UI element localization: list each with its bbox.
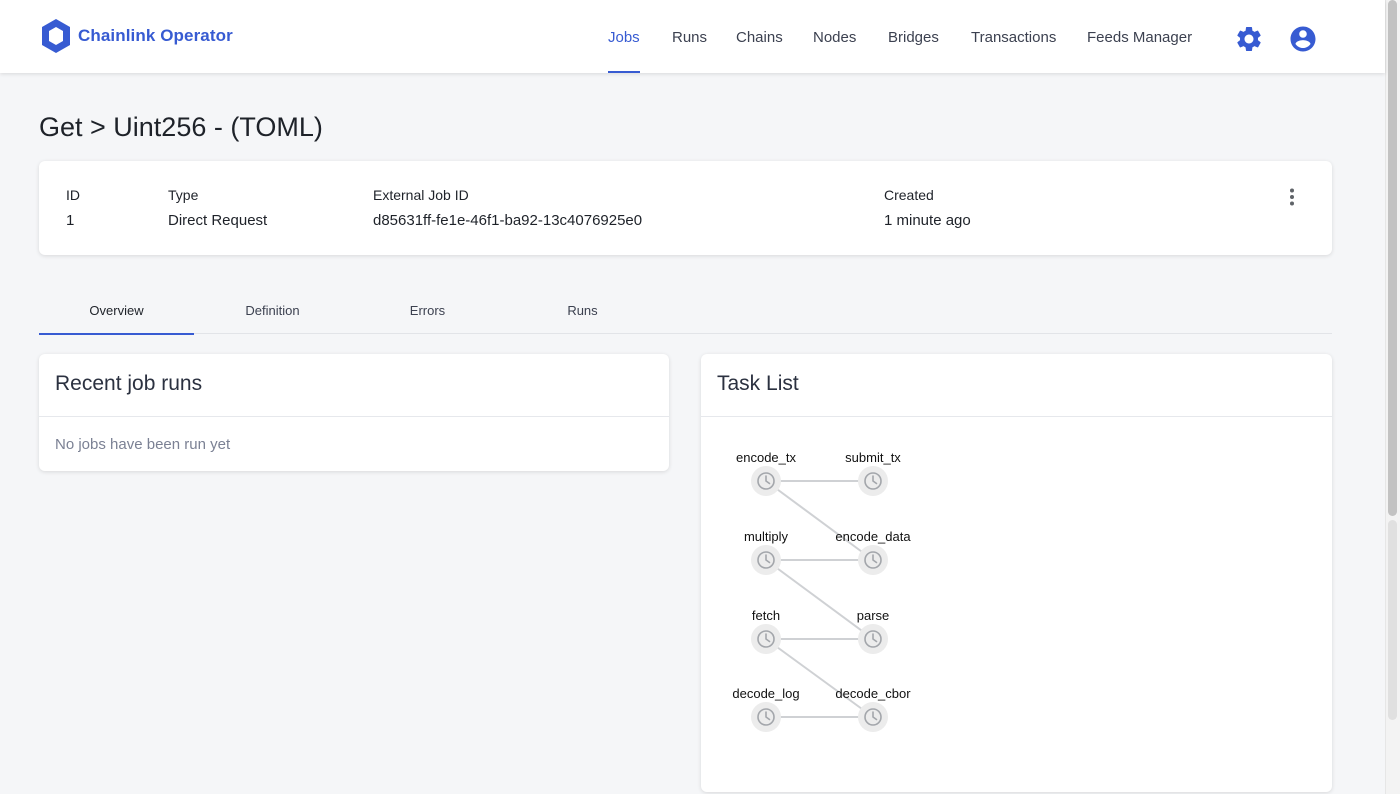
- job-type-field: Type Direct Request: [168, 187, 267, 229]
- external-job-id-value: d85631ff-fe1e-46f1-ba92-13c4076925e0: [373, 212, 643, 229]
- job-id-value: 1: [66, 212, 75, 229]
- app-name: Chainlink Operator: [78, 26, 233, 45]
- page-title: Get > Uint256 - (TOML): [39, 112, 323, 142]
- tab-errors[interactable]: Errors: [350, 290, 505, 334]
- recent-job-runs-title: Recent job runs: [55, 372, 203, 395]
- task-label: submit_tx: [845, 450, 901, 465]
- tab-runs[interactable]: Runs: [505, 290, 660, 334]
- job-type-value: Direct Request: [168, 212, 268, 229]
- nav-feeds-manager[interactable]: Feeds Manager: [1087, 0, 1192, 73]
- card-divider: [39, 416, 669, 417]
- app-logo[interactable]: Chainlink Operator: [40, 18, 233, 54]
- task-node-multiply[interactable]: multiply: [744, 529, 789, 575]
- nav-jobs[interactable]: Jobs: [608, 0, 640, 73]
- nav-transactions[interactable]: Transactions: [971, 0, 1056, 73]
- more-options-icon[interactable]: [1282, 187, 1302, 207]
- task-graph: encode_tx submit_tx multiply encode_datafet…: [732, 450, 911, 732]
- nav-bridges[interactable]: Bridges: [888, 0, 939, 73]
- chainlink-logo-icon: [42, 19, 70, 53]
- top-app-bar: Chainlink Operator Jobs Runs Chains Node…: [0, 0, 1385, 73]
- task-label: multiply: [744, 529, 789, 544]
- created-value: 1 minute ago: [884, 212, 971, 229]
- external-job-id-label: External Job ID: [373, 187, 469, 203]
- task-list-card: Task List encode_tx submit_tx multiply enco…: [701, 354, 1332, 792]
- scrollbar-track-segment: [1388, 520, 1397, 720]
- task-label: encode_data: [835, 529, 911, 544]
- created-label: Created: [884, 187, 934, 203]
- task-list-title: Task List: [717, 372, 799, 395]
- recent-job-runs-card: Recent job runs No jobs have been run ye…: [39, 354, 669, 471]
- no-runs-message: No jobs have been run yet: [55, 436, 231, 453]
- task-edge: [765, 480, 874, 561]
- task-node-decode-cbor[interactable]: decode_cbor: [835, 686, 911, 732]
- task-node-submit-tx[interactable]: submit_tx: [845, 450, 901, 496]
- job-info-card: ID 1 Type Direct Request External Job ID…: [39, 161, 1332, 255]
- task-node-parse[interactable]: parse: [857, 608, 890, 654]
- scrollbar-thumb[interactable]: [1388, 0, 1397, 516]
- task-node-encode-data[interactable]: encode_data: [835, 529, 911, 575]
- job-id-label: ID: [66, 187, 80, 203]
- page-scrollbar[interactable]: [1385, 0, 1400, 794]
- task-label: parse: [857, 608, 890, 623]
- task-label: fetch: [752, 608, 780, 623]
- task-edge: [765, 638, 874, 718]
- task-node-encode-tx[interactable]: encode_tx: [736, 450, 796, 496]
- tab-definition[interactable]: Definition: [195, 290, 350, 334]
- nav-runs[interactable]: Runs: [672, 0, 707, 73]
- task-node-fetch[interactable]: fetch: [751, 608, 781, 654]
- external-job-id-field: External Job ID d85631ff-fe1e-46f1-ba92-…: [373, 187, 642, 229]
- task-label: decode_cbor: [835, 686, 911, 701]
- account-circle-icon[interactable]: [1288, 24, 1318, 54]
- nav-chains[interactable]: Chains: [736, 0, 783, 73]
- task-label: encode_tx: [736, 450, 796, 465]
- job-type-label: Type: [168, 187, 199, 203]
- task-label: decode_log: [732, 686, 799, 701]
- job-id-field: ID 1: [66, 187, 80, 229]
- job-tabs: Overview Definition Errors Runs: [39, 290, 1332, 335]
- tab-overview[interactable]: Overview: [39, 290, 194, 335]
- created-field: Created 1 minute ago: [884, 187, 971, 229]
- gear-icon[interactable]: [1234, 24, 1264, 54]
- task-node-decode-log[interactable]: decode_log: [732, 686, 800, 732]
- nav-nodes[interactable]: Nodes: [813, 0, 856, 73]
- task-edge: [765, 559, 874, 640]
